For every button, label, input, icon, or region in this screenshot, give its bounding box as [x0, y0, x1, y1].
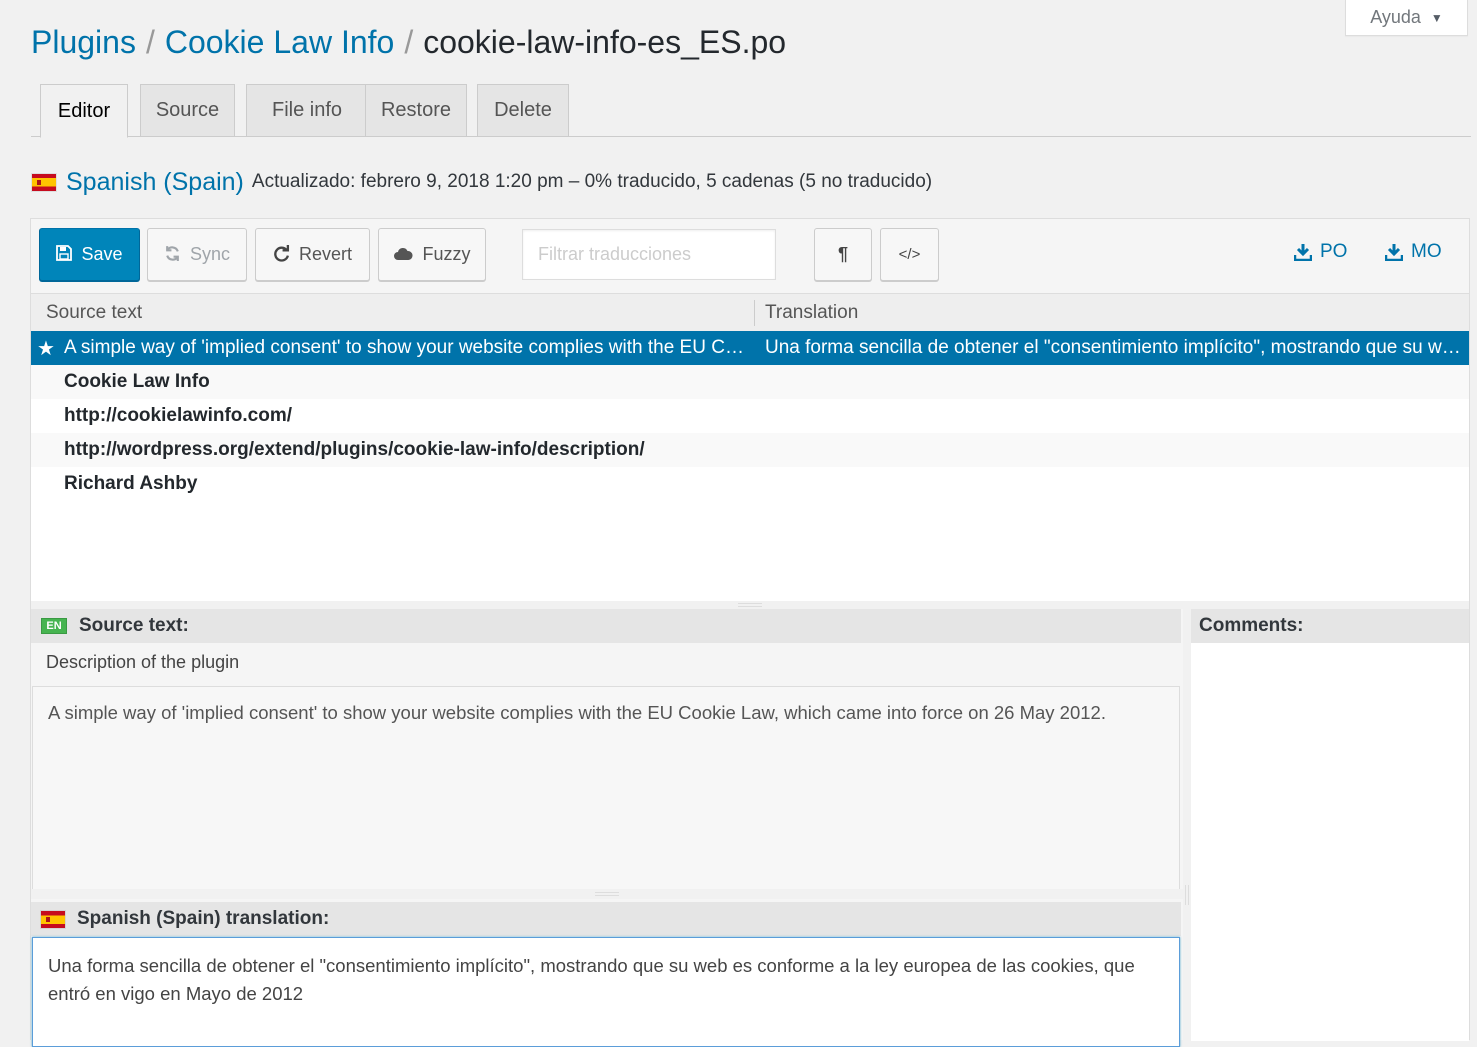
- breadcrumb-plugins-link[interactable]: Plugins: [31, 24, 136, 60]
- download-mo-link[interactable]: MO: [1385, 241, 1442, 263]
- sync-button[interactable]: Sync: [147, 228, 247, 281]
- locale-name-link[interactable]: Spanish (Spain): [66, 168, 244, 197]
- save-label: Save: [81, 244, 123, 264]
- row-source-text: http://cookielawinfo.com/: [64, 405, 293, 426]
- tab-delete[interactable]: Delete: [477, 84, 569, 137]
- column-header-source[interactable]: Source text: [46, 302, 142, 324]
- caret-down-icon: ▼: [1430, 10, 1443, 25]
- tab-source[interactable]: Source: [140, 84, 235, 137]
- filter-translations-input[interactable]: [522, 229, 776, 280]
- tab-file-info[interactable]: File info: [246, 84, 368, 137]
- list-resize-handle[interactable]: [31, 601, 1469, 609]
- row-source-text: Richard Ashby: [64, 473, 198, 494]
- column-resize-handle[interactable]: [754, 300, 755, 326]
- pilcrow-icon: ¶: [837, 244, 848, 264]
- table-row[interactable]: http://wordpress.org/extend/plugins/cook…: [31, 433, 1469, 467]
- breadcrumb-separator: /: [404, 24, 414, 60]
- sync-icon: [164, 245, 181, 265]
- comments-title: Comments:: [1199, 615, 1304, 636]
- revert-label: Revert: [298, 244, 352, 264]
- comments-resize-handle[interactable]: [1183, 609, 1191, 1041]
- breadcrumb: Plugins / Cookie Law Info / cookie-law-info-…: [31, 24, 786, 61]
- sync-label: Sync: [189, 244, 231, 264]
- save-button[interactable]: Save: [39, 228, 140, 281]
- code-icon: </>: [898, 246, 921, 263]
- comments-header: Comments:: [1191, 609, 1469, 643]
- source-context: Description of the plugin: [46, 652, 240, 672]
- editor-toolbar: Save Sync Revert Fuzzy ¶ </>: [31, 219, 1469, 293]
- po-label: PO: [1320, 241, 1348, 262]
- help-label: Ayuda: [1370, 7, 1421, 27]
- row-source-text: Cookie Law Info: [64, 371, 210, 392]
- table-row[interactable]: ★ A simple way of 'implied consent' to s…: [31, 331, 1469, 365]
- download-icon: [1385, 244, 1403, 261]
- string-list-header: Source text Translation: [31, 293, 1469, 331]
- row-source-text: http://wordpress.org/extend/plugins/cook…: [64, 439, 645, 460]
- download-icon: [1294, 244, 1312, 261]
- breadcrumb-plugin-link[interactable]: Cookie Law Info: [165, 24, 394, 60]
- translation-title: Spanish (Spain) translation:: [77, 908, 330, 929]
- floppy-disk-icon: [56, 245, 73, 264]
- translation-textarea[interactable]: Una forma sencilla de obtener el "consen…: [32, 937, 1180, 1047]
- locale-status: Actualizado: febrero 9, 2018 1:20 pm – 0…: [251, 171, 933, 192]
- download-po-link[interactable]: PO: [1294, 241, 1347, 263]
- source-text-content: A simple way of 'implied consent' to sho…: [32, 686, 1180, 889]
- breadcrumb-separator: /: [145, 24, 155, 60]
- revert-icon: [273, 244, 290, 265]
- source-text-title: Source text:: [79, 615, 189, 636]
- column-header-translation[interactable]: Translation: [765, 302, 858, 324]
- row-translation-text: Una forma sencilla de obtener el "consen…: [765, 337, 1463, 358]
- cloud-icon: [393, 246, 414, 264]
- spain-flag-icon: [41, 910, 65, 928]
- mo-label: MO: [1411, 241, 1442, 262]
- help-tab[interactable]: Ayuda ▼: [1345, 0, 1468, 36]
- translation-panel: Spanish (Spain) translation: Una forma s…: [31, 899, 1183, 1047]
- panel-resize-handle[interactable]: [31, 889, 1183, 899]
- spain-flag-icon: [32, 173, 56, 191]
- translation-editor: Save Sync Revert Fuzzy ¶ </>: [30, 218, 1470, 1047]
- fuzzy-label: Fuzzy: [422, 244, 471, 264]
- row-source-text: A simple way of 'implied consent' to sho…: [64, 337, 744, 358]
- source-text-header: EN Source text:: [31, 609, 1181, 643]
- toggle-code-view-button[interactable]: </>: [880, 228, 939, 281]
- toggle-invisibles-button[interactable]: ¶: [814, 228, 872, 281]
- translation-header: Spanish (Spain) translation:: [31, 902, 1181, 936]
- breadcrumb-current-file: cookie-law-info-es_ES.po: [423, 24, 787, 60]
- nav-tabs: Editor Source File info Restore Delete: [31, 84, 1471, 138]
- locale-info: Spanish (Spain) Actualizado: febrero 9, …: [32, 164, 932, 200]
- table-row[interactable]: Cookie Law Info: [31, 365, 1469, 399]
- table-row[interactable]: http://cookielawinfo.com/: [31, 399, 1469, 433]
- table-row[interactable]: Richard Ashby: [31, 467, 1469, 501]
- string-list: ★ A simple way of 'implied consent' to s…: [31, 331, 1469, 601]
- revert-button[interactable]: Revert: [255, 228, 370, 281]
- comments-panel: Comments:: [1191, 609, 1469, 1041]
- fuzzy-button[interactable]: Fuzzy: [378, 228, 486, 281]
- tab-restore[interactable]: Restore: [365, 84, 467, 137]
- star-icon: ★: [37, 338, 55, 360]
- english-flag-badge: EN: [41, 618, 67, 634]
- source-text-panel: EN Source text: Description of the plugi…: [31, 609, 1183, 889]
- tab-editor[interactable]: Editor: [40, 84, 128, 138]
